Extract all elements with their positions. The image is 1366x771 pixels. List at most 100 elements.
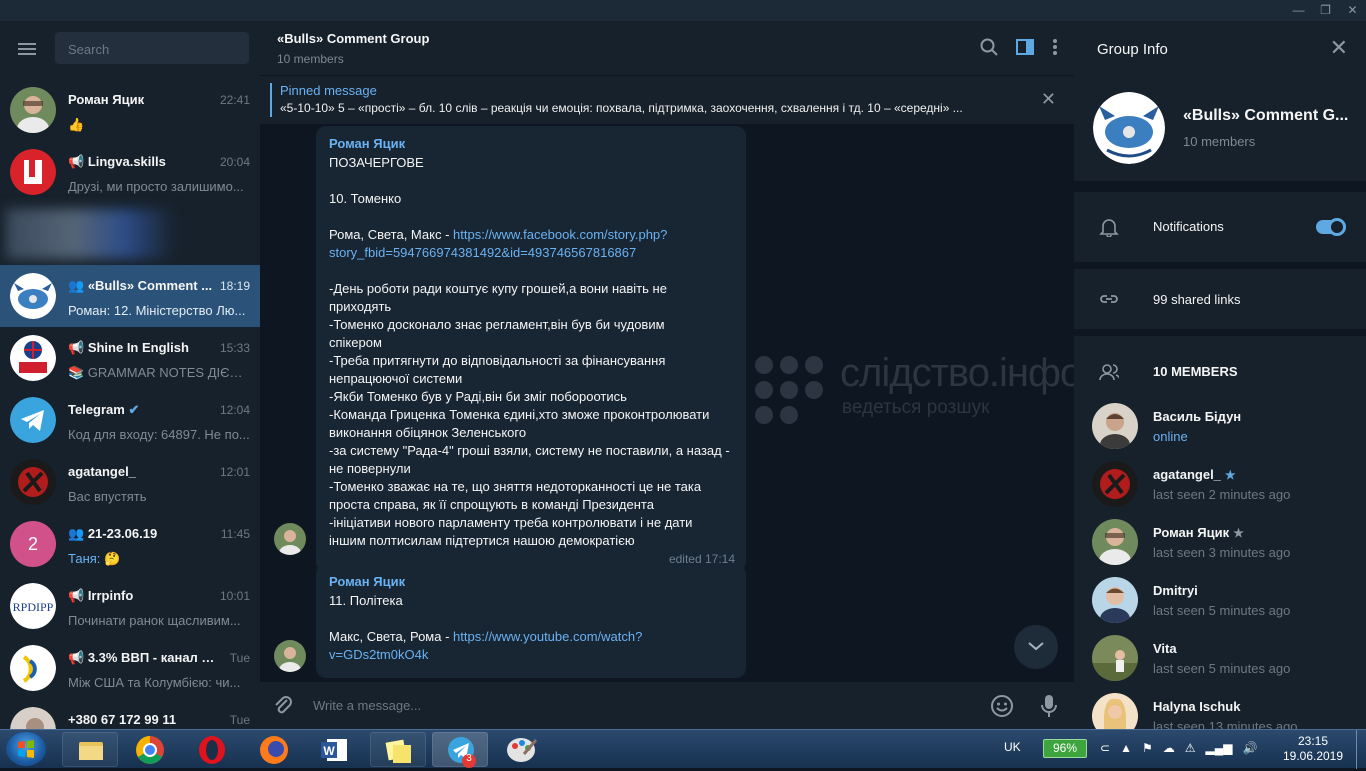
notifications-row[interactable]: Notifications: [1074, 192, 1366, 262]
pinned-message-bar[interactable]: Pinned message «5-10-10» 5 – «прості» – …: [260, 76, 1074, 124]
sidebar-toggle-icon[interactable]: [1016, 38, 1034, 56]
language-indicator[interactable]: UK: [1004, 740, 1021, 754]
message-line: -ініціативи нового парламенту треба конт…: [329, 515, 693, 530]
signal-icon[interactable]: ▂▄▆: [1205, 741, 1232, 755]
minimize-button[interactable]: —: [1285, 0, 1312, 21]
member-item[interactable]: agatangel_ ★ last seen 2 minutes ago: [1074, 457, 1366, 515]
avatar: [10, 645, 56, 691]
dialog-preview: Роман: 12. Міністерство Лю...: [68, 303, 246, 318]
message-line: [329, 208, 733, 226]
member-item[interactable]: Роман Яцик ★ last seen 3 minutes ago: [1074, 515, 1366, 573]
close-pinned-icon[interactable]: ✕: [1041, 89, 1056, 110]
dialog-item[interactable]: Telegram ✔ 12:04 Код для входу: 64897. Н…: [0, 389, 260, 451]
volume-icon[interactable]: 🔊: [1242, 741, 1257, 755]
shared-links-row[interactable]: 99 shared links: [1074, 269, 1366, 329]
search-icon[interactable]: [980, 38, 998, 56]
dialog-time: 18:19: [219, 279, 250, 293]
avatar[interactable]: [274, 523, 306, 555]
network-icon[interactable]: ☁: [1163, 741, 1175, 755]
windows-logo-icon: [18, 740, 34, 758]
telegram-taskbar-icon[interactable]: 3: [432, 732, 488, 768]
maximize-button[interactable]: ❐: [1312, 0, 1339, 21]
dialog-name: Роман Яцик: [68, 92, 145, 107]
group-icon: 👥: [68, 526, 88, 541]
telegram-logo-icon: [10, 397, 56, 443]
dialog-preview: Починати ранок щасливим...: [68, 613, 241, 628]
group-avatar[interactable]: [1093, 92, 1165, 164]
clock[interactable]: 23:15 19.06.2019: [1280, 734, 1346, 764]
member-item[interactable]: Halyna Ischuk last seen 13 minutes ago: [1074, 689, 1366, 729]
close-window-button[interactable]: ✕: [1339, 0, 1366, 21]
dialog-item[interactable]: 📢 Shine In English 15:33 📚 GRAMMAR NOTES…: [0, 327, 260, 389]
dialog-item[interactable]: agatangel_ 12:01 Вас впустять: [0, 451, 260, 513]
chat-title[interactable]: «Bulls» Comment Group: [277, 31, 429, 46]
dialog-name: 👥 21-23.06.19: [68, 526, 158, 541]
word-icon[interactable]: W: [308, 732, 364, 767]
member-item[interactable]: Василь Бідун online: [1074, 399, 1366, 457]
microphone-icon[interactable]: [1041, 694, 1057, 718]
flag-icon[interactable]: ⚑: [1142, 741, 1153, 755]
search-input[interactable]: Search: [55, 32, 249, 64]
avatar[interactable]: [274, 640, 306, 672]
firefox-icon[interactable]: [246, 732, 302, 767]
scroll-down-button[interactable]: [1014, 625, 1058, 669]
message-author[interactable]: Роман Яцик: [329, 136, 733, 151]
chrome-icon[interactable]: [122, 732, 178, 767]
facebook-link-cont[interactable]: story_fbid=594766974381492&id=4937465678…: [329, 245, 636, 260]
explorer-icon[interactable]: [62, 732, 118, 767]
tray-expand-icon[interactable]: ▲: [1120, 741, 1132, 755]
member-item[interactable]: Vita last seen 5 minutes ago: [1074, 631, 1366, 689]
dialog-item[interactable]: 📢 3.3% ВВП - канал V... Tue Між США та К…: [0, 637, 260, 699]
members-section: 10 MEMBERS Василь Бідун online agatangel…: [1074, 336, 1366, 729]
opera-icon[interactable]: [184, 732, 240, 767]
dialog-item[interactable]: +380 67 172 99 11 Tue: [0, 699, 260, 729]
message-author[interactable]: Роман Яцик: [329, 574, 733, 589]
dialog-time: 12:01: [219, 465, 250, 479]
avatar: [1092, 577, 1138, 623]
dialog-item[interactable]: 2 👥 21-23.06.19 11:45 Таня: 🤔: [0, 513, 260, 575]
svg-text:RPDIPP: RPDIPP: [13, 600, 54, 614]
window-titlebar: — ❐ ✕: [0, 0, 1366, 21]
dialog-item[interactable]: RPDIPP 📢 Irrpinfo 10:01 Починати ранок щ…: [0, 575, 260, 637]
chat-header[interactable]: «Bulls» Comment Group 10 members: [260, 21, 1074, 75]
dialog-item[interactable]: Роман Яцик 22:41 👍: [0, 79, 260, 141]
battery-indicator[interactable]: 96%: [1043, 739, 1087, 758]
dialog-time: 11:45: [220, 527, 250, 541]
emoji-icon[interactable]: [990, 694, 1014, 718]
start-button[interactable]: [6, 732, 46, 766]
dialog-item[interactable]: 📢 Lingva.skills 20:04 Друзі, ми просто з…: [0, 141, 260, 203]
more-options-icon[interactable]: [1052, 38, 1058, 56]
close-icon[interactable]: ✕: [1330, 35, 1348, 61]
message-line: -Команда Гриценка Томенка єдині,хто змож…: [329, 407, 710, 422]
show-desktop-button[interactable]: [1356, 730, 1366, 769]
message-line: -Томенко досконало знає регламент,він бу…: [329, 317, 665, 332]
notifications-label: Notifications: [1153, 219, 1224, 234]
message-line: непрацюючої системи: [329, 371, 463, 386]
message-line: приходять: [329, 299, 392, 314]
chat-subtitle: 10 members: [277, 52, 344, 66]
dialog-name: 📢 3.3% ВВП - канал V...: [68, 650, 218, 665]
megaphone-icon: 📢: [68, 154, 88, 169]
attach-icon[interactable]: [272, 694, 294, 716]
dialog-item-hidden[interactable]: [0, 203, 260, 265]
paint-icon[interactable]: [494, 732, 550, 767]
message-bubble[interactable]: Роман Яцик 11. Політека Макс, Света, Ром…: [316, 564, 746, 678]
usb-icon[interactable]: ⚠: [1185, 741, 1196, 755]
menu-icon[interactable]: [18, 43, 36, 55]
member-item[interactable]: Dmitryi last seen 5 minutes ago: [1074, 573, 1366, 631]
youtube-link[interactable]: https://www.youtube.com/watch?: [453, 629, 642, 644]
message-input[interactable]: Write a message...: [313, 698, 421, 713]
power-plug-icon[interactable]: ⊂: [1100, 741, 1110, 755]
dialog-preview: Таня: 🤔: [68, 551, 121, 566]
bell-icon: [1099, 219, 1119, 237]
dialog-name: 👥 «Bulls» Comment ...: [68, 278, 213, 293]
notifications-toggle[interactable]: [1316, 218, 1346, 236]
message-line: виконання обіцянок Зеленського: [329, 425, 527, 440]
facebook-link[interactable]: https://www.facebook.com/story.php?: [453, 227, 667, 242]
watermark: слідство.інфо ведеться розшук: [754, 351, 1074, 435]
sticky-notes-icon[interactable]: [370, 732, 426, 767]
youtube-link-cont[interactable]: v=GDs2tm0kO4k: [329, 647, 428, 662]
dialog-item-active[interactable]: 👥 «Bulls» Comment ... 18:19 Роман: 12. М…: [0, 265, 260, 327]
message-bubble[interactable]: Роман Яцик ПОЗАЧЕРГОВЕ 10. Томенко Рома, С…: [316, 126, 746, 572]
dialog-preview: 📚 GRAMMAR NOTES ДІЄСЛ...: [68, 365, 250, 380]
